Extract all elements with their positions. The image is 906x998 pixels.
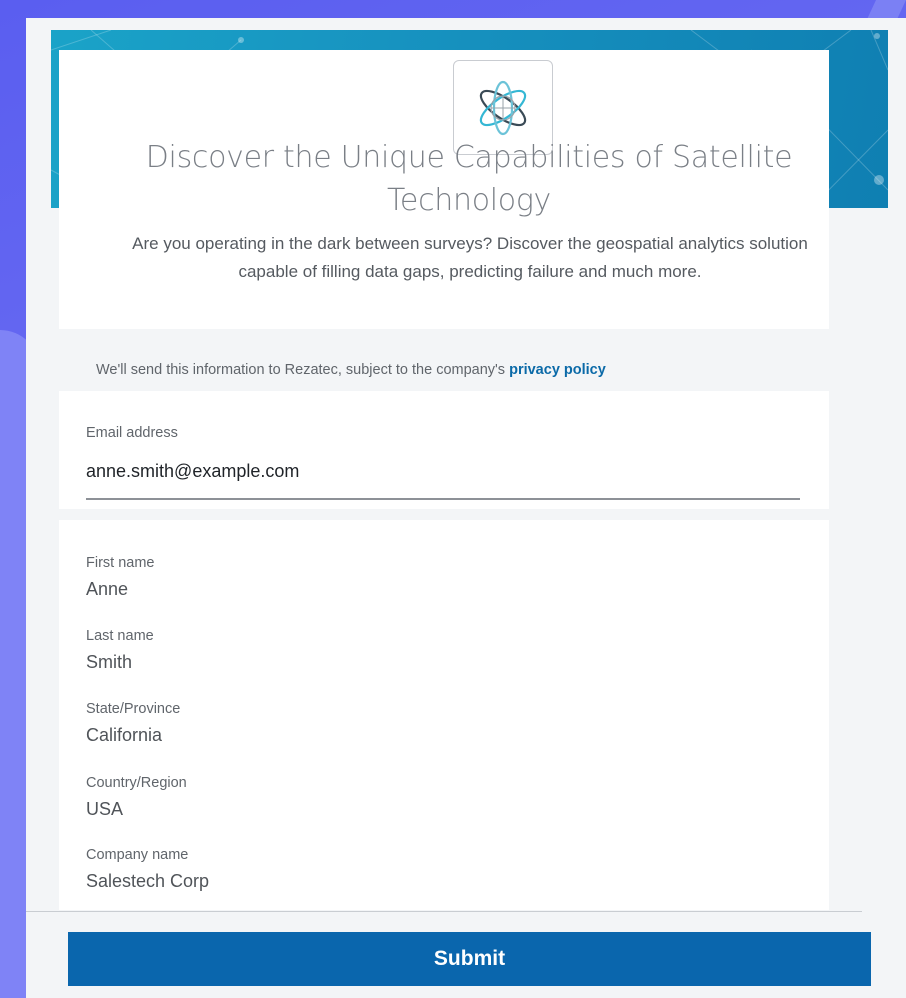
satellite-orbit-icon (479, 80, 527, 135)
privacy-notice: We'll send this information to Rezatec, … (96, 362, 856, 378)
email-field[interactable]: anne.smith@example.com (86, 461, 299, 482)
state-label: State/Province (86, 701, 181, 717)
prefilled-details-card: First name Anne Last name Smith State/Pr… (59, 520, 829, 910)
last-name-label: Last name (86, 628, 154, 644)
page-title: Discover the Unique Capabilities of Sate… (145, 140, 793, 218)
email-label: Email address (86, 425, 178, 441)
company-label: Company name (86, 847, 189, 863)
first-name-label: First name (86, 555, 155, 571)
state-value: California (86, 725, 163, 745)
privacy-policy-link[interactable]: privacy policy (509, 362, 606, 378)
last-name-field: Last name Smith (86, 628, 154, 673)
company-value: Salestech Corp (86, 871, 210, 891)
email-card: Email address anne.smith@example.com (59, 391, 829, 509)
footer-divider (26, 911, 862, 912)
country-label: Country/Region (86, 775, 187, 791)
hero-description: Are you operating in the dark between su… (132, 234, 808, 281)
email-underline (86, 498, 800, 500)
first-name-field: First name Anne (86, 555, 155, 600)
state-field: State/Province California (86, 701, 180, 746)
last-name-value: Smith (86, 652, 133, 672)
submit-button[interactable]: Submit (68, 932, 871, 986)
company-field: Company name Salestech Corp (86, 847, 209, 892)
country-field: Country/Region USA (86, 775, 187, 820)
first-name-value: Anne (86, 579, 129, 599)
privacy-text: We'll send this information to Rezatec, … (96, 362, 510, 378)
country-value: USA (86, 799, 124, 819)
